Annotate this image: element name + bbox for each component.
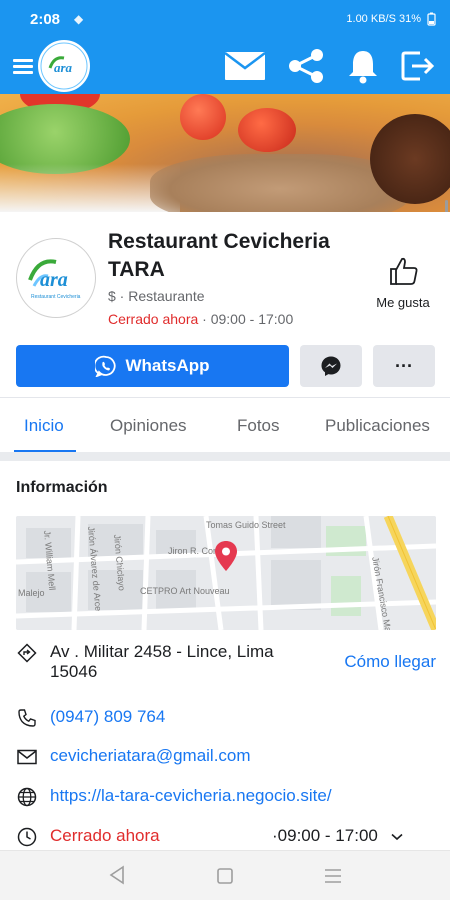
logout-icon[interactable] — [400, 50, 436, 82]
tab-opiniones[interactable]: Opiniones — [106, 398, 191, 453]
messenger-icon — [321, 356, 341, 376]
map-label: Malejo — [18, 588, 45, 598]
mail-icon[interactable] — [224, 50, 266, 82]
location-map[interactable]: Tomas Guido Street Jiron R. Conde CETPRO… — [16, 516, 436, 630]
email-link[interactable]: cevicheriatara@gmail.com — [50, 746, 251, 766]
status-closed-text: Cerrado ahora — [108, 311, 199, 327]
menu-icon[interactable] — [0, 38, 40, 94]
profile-avatar[interactable]: ara Restaurant Cevicheria — [16, 238, 96, 318]
tab-label: Opiniones — [110, 415, 187, 435]
hours-range-text: ·09:00 - 17:00 — [272, 826, 378, 845]
home-icon[interactable] — [216, 867, 234, 885]
hours-status: Cerrado ahora — [50, 826, 160, 845]
tab-label: Inicio — [24, 415, 64, 435]
svg-text:ara: ara — [54, 60, 73, 75]
website-link[interactable]: https://la-tara-cevicheria.negocio.site/ — [50, 786, 332, 806]
like-button[interactable]: Me gusta — [362, 256, 444, 310]
phone-link[interactable]: (0947) 809 764 — [50, 707, 165, 727]
phone-icon — [16, 707, 38, 729]
status-bar: 2:08 ◆ 1.00 KB/S 31% — [0, 0, 450, 38]
cover-decoration — [370, 114, 450, 204]
more-icon: ··· — [395, 355, 413, 376]
system-nav-bar — [0, 850, 450, 900]
svg-text:Restaurant Cevicheria: Restaurant Cevicheria — [31, 294, 81, 300]
whatsapp-button[interactable]: WhatsApp — [16, 345, 289, 387]
svg-text:ara: ara — [40, 269, 68, 291]
open-status: Cerrado ahora · 09:00 - 17:00 — [108, 311, 293, 327]
page-category: $ · Restaurante — [108, 288, 205, 304]
tab-label: Fotos — [237, 415, 280, 435]
hours-range[interactable]: ·09:00 - 17:00 — [272, 826, 403, 846]
tab-label: Publicaciones — [325, 415, 430, 435]
tab-fotos[interactable]: Fotos — [233, 398, 284, 453]
share-icon[interactable] — [286, 48, 326, 84]
appbar-icons — [224, 48, 450, 84]
globe-icon — [16, 786, 38, 808]
tab-publicaciones[interactable]: Publicaciones — [321, 398, 434, 453]
whatsapp-label: WhatsApp — [125, 356, 210, 375]
directions-link[interactable]: Cómo llegar — [344, 652, 436, 672]
directions-icon — [16, 642, 38, 664]
page-title: Restaurant Cevicheria TARA — [108, 230, 330, 281]
clock-icon — [16, 826, 38, 848]
bell-icon[interactable] — [346, 48, 380, 84]
section-title: Información — [16, 479, 108, 496]
recents-icon[interactable] — [324, 868, 342, 884]
email-row[interactable]: cevicheriatara@gmail.com — [16, 746, 436, 768]
cover-decoration — [238, 108, 296, 152]
phone-row[interactable]: (0947) 809 764 — [16, 707, 436, 729]
status-indicators: 1.00 KB/S 31% — [346, 12, 436, 26]
status-time: 2:08 — [30, 10, 61, 28]
thumbs-up-icon — [390, 257, 418, 285]
whatsapp-icon — [95, 355, 117, 377]
tara-logo-icon: ara — [40, 42, 88, 90]
status-hours-text: · 09:00 - 17:00 — [198, 311, 294, 327]
app-bar: ara — [0, 38, 450, 94]
profile-header: ara Restaurant Cevicheria Restaurant Cev… — [0, 212, 450, 342]
tab-bar: Inicio Opiniones Fotos Publicaciones — [0, 397, 450, 453]
chevron-down-icon — [391, 833, 403, 841]
address-text: Av . Militar 2458 - Lince, Lima 15046 — [50, 642, 274, 681]
map-label: Tomas Guido Street — [206, 520, 286, 530]
messenger-button[interactable] — [300, 345, 362, 387]
battery-icon — [427, 12, 436, 26]
like-label: Me gusta — [376, 295, 430, 310]
location-icon: ◆ — [74, 12, 84, 26]
cover-decoration — [180, 94, 226, 140]
tab-inicio[interactable]: Inicio — [14, 398, 76, 453]
app-logo[interactable]: ara — [38, 40, 90, 92]
map-label: CETPRO Art Nouveau — [140, 586, 230, 596]
website-row[interactable]: https://la-tara-cevicheria.negocio.site/ — [16, 786, 436, 808]
map-pin-icon — [215, 541, 237, 571]
tara-logo-icon: ara Restaurant Cevicheria — [19, 241, 93, 315]
envelope-icon — [16, 746, 38, 768]
cover-photo[interactable] — [0, 94, 450, 212]
more-options-button[interactable]: ··· — [373, 345, 435, 387]
back-icon[interactable] — [108, 865, 126, 885]
status-right-text: 1.00 KB/S 31% — [346, 13, 421, 25]
section-divider — [0, 452, 450, 461]
